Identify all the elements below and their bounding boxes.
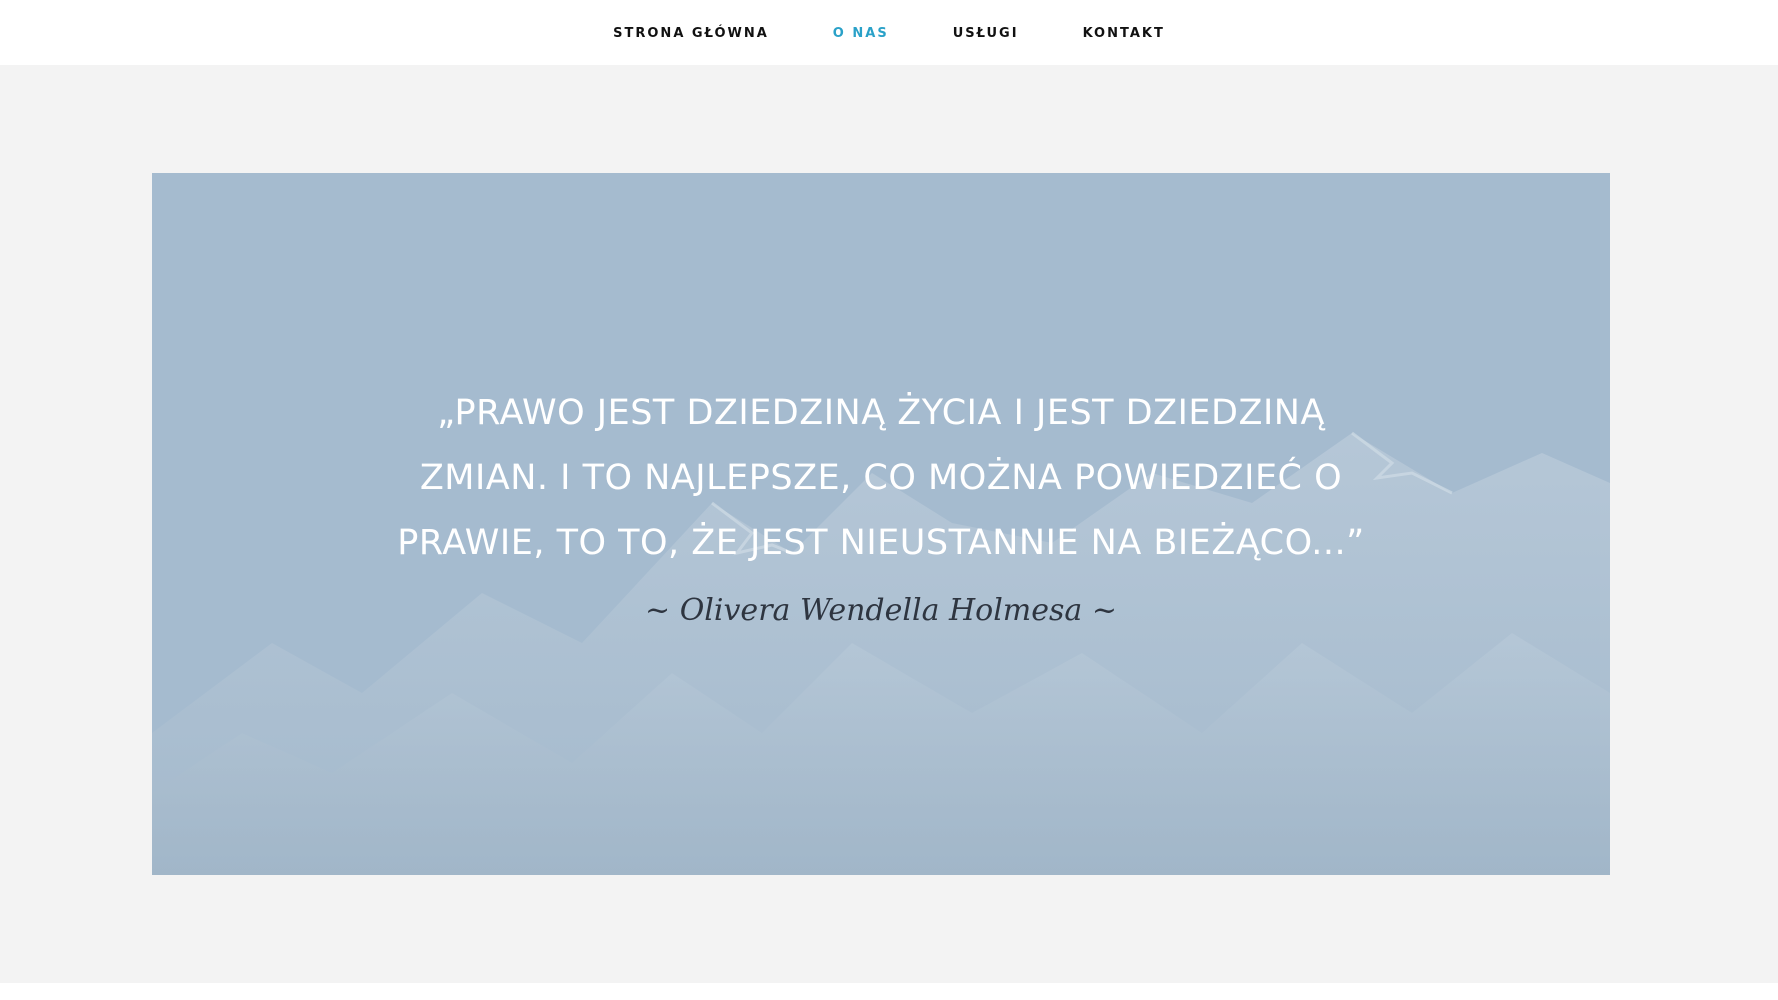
nav-link-services[interactable]: USŁUGI <box>953 26 1019 41</box>
nav-link-home[interactable]: STRONA GŁÓWNA <box>613 26 769 41</box>
quote-text: „PRAWO JEST DZIEDZINĄ ŻYCIA I JEST DZIED… <box>397 393 1365 563</box>
page-bottom-strip <box>0 983 1778 1000</box>
nav-menu: STRONA GŁÓWNA O NAS USŁUGI KONTAKT <box>581 24 1197 42</box>
quote-container: „PRAWO JEST DZIEDZINĄ ŻYCIA I JEST DZIED… <box>152 173 1610 875</box>
nav-item-about: O NAS <box>833 24 889 42</box>
nav-item-contact: KONTAKT <box>1083 24 1165 42</box>
quote-author: ~ Olivera Wendella Holmesa ~ <box>645 593 1117 628</box>
quote-hero-banner: „PRAWO JEST DZIEDZINĄ ŻYCIA I JEST DZIED… <box>152 173 1610 875</box>
nav-link-contact[interactable]: KONTAKT <box>1083 26 1165 41</box>
nav-link-about[interactable]: O NAS <box>833 26 889 41</box>
nav-item-services: USŁUGI <box>953 24 1019 42</box>
nav-item-home: STRONA GŁÓWNA <box>613 24 769 42</box>
top-navigation: STRONA GŁÓWNA O NAS USŁUGI KONTAKT <box>0 0 1778 65</box>
